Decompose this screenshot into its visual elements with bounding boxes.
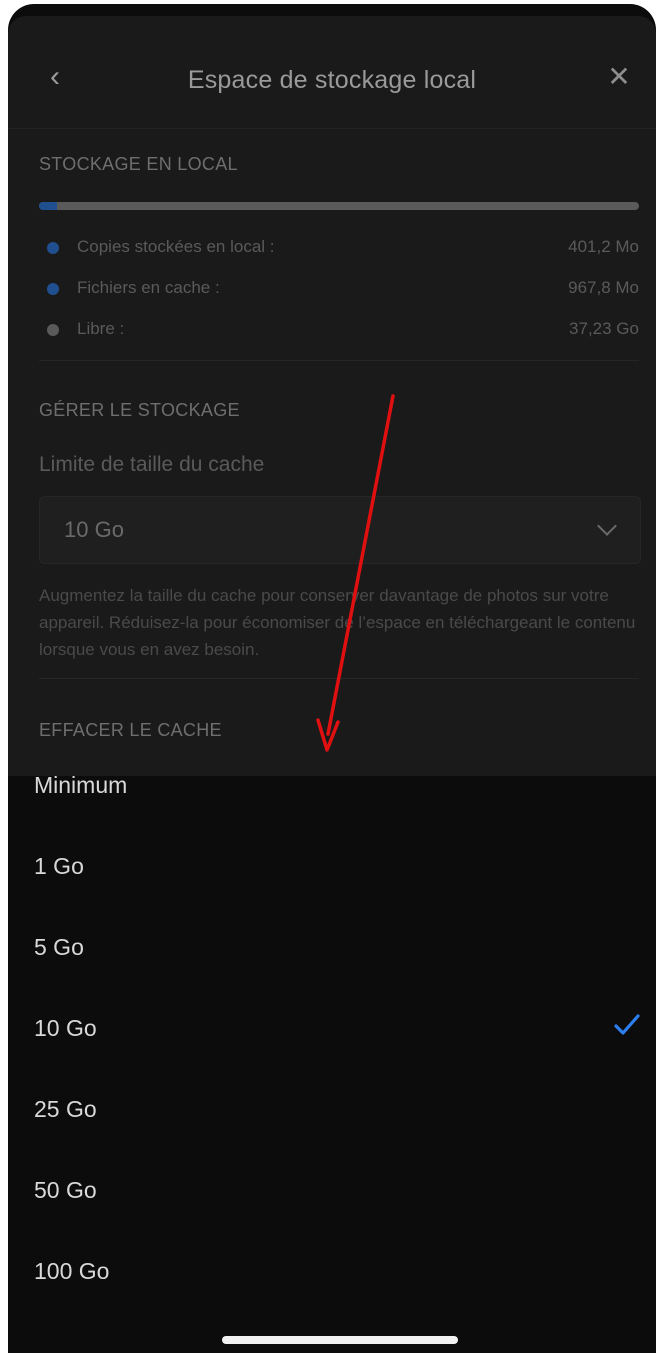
legend-label: Libre :	[77, 319, 125, 338]
option-label: 100 Go	[34, 1258, 110, 1284]
option-50-go[interactable]: 50 Go	[8, 1147, 656, 1228]
option-label: 10 Go	[34, 1015, 97, 1041]
cache-size-option-list: Minimum 1 Go 5 Go 10 Go 25 Go 50 Go 100 …	[8, 742, 656, 1309]
legend-row-free: Libre : 37,23 Go	[39, 318, 639, 342]
option-label: Minimum	[34, 772, 128, 798]
legend-dot-icon	[47, 324, 59, 336]
legend-dot-icon	[47, 242, 59, 254]
legend-value: 37,23 Go	[569, 319, 639, 338]
option-minimum[interactable]: Minimum	[8, 742, 656, 823]
clear-cache-section-title: EFFACER LE CACHE	[39, 720, 222, 740]
section-divider	[39, 678, 639, 679]
option-5-go[interactable]: 5 Go	[8, 904, 656, 985]
option-25-go[interactable]: 25 Go	[8, 1066, 656, 1147]
checkmark-icon	[614, 1014, 640, 1035]
option-label: 1 Go	[34, 853, 84, 879]
header-divider	[8, 128, 656, 129]
legend-label: Copies stockées en local :	[77, 237, 275, 256]
storage-usage-fill	[39, 202, 57, 210]
home-indicator[interactable]	[222, 1336, 458, 1344]
legend-row-local-copies: Copies stockées en local : 401,2 Mo	[39, 236, 639, 260]
legend-value: 967,8 Mo	[568, 278, 639, 297]
page-title: Espace de stockage local	[187, 66, 477, 94]
storage-usage-bar	[39, 202, 639, 210]
cache-limit-value: 10 Go	[64, 517, 124, 542]
cache-help-text: Augmentez la taille du cache pour conser…	[39, 586, 636, 659]
close-icon[interactable]: ✕	[604, 62, 634, 92]
storage-settings-sheet: ‹ Espace de stockage local ✕ STOCKAGE EN…	[8, 16, 656, 776]
option-label: 25 Go	[34, 1096, 97, 1122]
option-100-go[interactable]: 100 Go	[8, 1228, 656, 1309]
option-10-go[interactable]: 10 Go	[8, 985, 656, 1066]
chevron-down-icon	[597, 516, 617, 536]
cache-limit-label: Limite de taille du cache	[39, 453, 265, 476]
header: ‹ Espace de stockage local ✕	[8, 16, 656, 128]
cache-limit-select[interactable]: 10 Go	[39, 496, 641, 564]
option-label: 50 Go	[34, 1177, 97, 1203]
legend-dot-icon	[47, 283, 59, 295]
option-label: 5 Go	[34, 934, 84, 960]
manage-storage-section-title: GÉRER LE STOCKAGE	[39, 400, 240, 420]
legend-label: Fichiers en cache :	[77, 278, 220, 297]
legend-value: 401,2 Mo	[568, 237, 639, 256]
local-storage-section-title: STOCKAGE EN LOCAL	[39, 154, 238, 174]
legend-row-cache-files: Fichiers en cache : 967,8 Mo	[39, 277, 639, 301]
option-1-go[interactable]: 1 Go	[8, 823, 656, 904]
section-divider	[39, 360, 639, 361]
phone-screen: ‹ Espace de stockage local ✕ STOCKAGE EN…	[8, 4, 656, 1353]
